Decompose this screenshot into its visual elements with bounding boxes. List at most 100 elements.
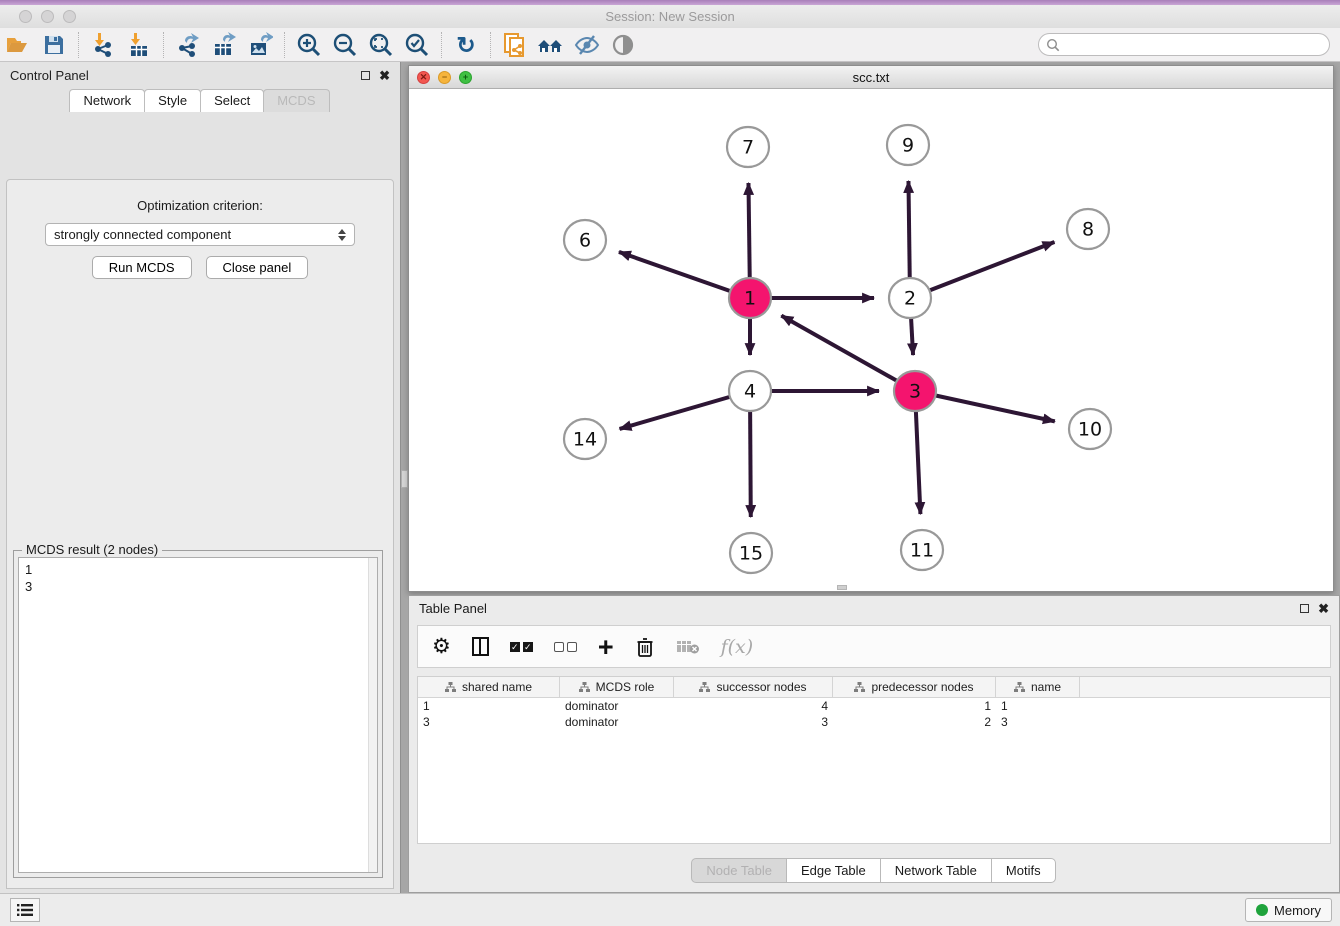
float-table-panel-icon[interactable] xyxy=(1300,604,1309,613)
unchecked-box-icon xyxy=(554,642,564,652)
zoom-fit-button[interactable] xyxy=(366,31,396,59)
search-input[interactable] xyxy=(1060,36,1329,54)
column-header-name[interactable]: name xyxy=(996,677,1080,697)
edge-2-8[interactable] xyxy=(910,242,1054,298)
open-folder-icon xyxy=(5,32,31,58)
toolbar-separator xyxy=(441,32,442,58)
close-panel-button[interactable]: Close panel xyxy=(206,256,309,279)
table-cell[interactable]: 3 xyxy=(418,714,560,730)
node-label-4: 4 xyxy=(744,381,756,403)
network-view-window[interactable]: ✕ − + scc.txt 1234678910111415 xyxy=(408,65,1334,592)
column-header-successor-nodes[interactable]: successor nodes xyxy=(674,677,833,697)
table-cell[interactable]: 1 xyxy=(418,698,560,714)
export-network-button[interactable] xyxy=(173,31,203,59)
column-header-MCDS-role[interactable]: MCDS role xyxy=(560,677,674,697)
tab-mcds[interactable]: MCDS xyxy=(263,89,329,112)
splitter-handle[interactable] xyxy=(401,470,408,488)
float-panel-icon[interactable] xyxy=(361,71,370,80)
refresh-icon: ↻ xyxy=(456,35,475,55)
tab-network-table[interactable]: Network Table xyxy=(880,858,992,883)
gear-icon: ⚙ xyxy=(432,636,451,658)
tab-edge-table[interactable]: Edge Table xyxy=(786,858,881,883)
import-table-button[interactable] xyxy=(124,31,154,59)
column-header-shared-name[interactable]: shared name xyxy=(418,677,560,697)
select-all-columns-button[interactable]: ✓ ✓ xyxy=(510,634,533,660)
open-session-button[interactable] xyxy=(3,31,33,59)
tab-motifs[interactable]: Motifs xyxy=(991,858,1056,883)
first-neighbors-button[interactable] xyxy=(536,31,566,59)
tab-style[interactable]: Style xyxy=(144,89,201,112)
split-columns-button[interactable] xyxy=(472,634,489,660)
zoom-out-button[interactable] xyxy=(330,31,360,59)
tab-network[interactable]: Network xyxy=(69,89,145,112)
duplicate-network-button[interactable] xyxy=(500,31,530,59)
column-header-predecessor-nodes[interactable]: predecessor nodes xyxy=(833,677,996,697)
control-panel-tabs: NetworkStyleSelectMCDS xyxy=(0,89,400,112)
export-table-button[interactable] xyxy=(209,31,239,59)
delete-column-button[interactable] xyxy=(635,634,655,660)
network-canvas[interactable]: 1234678910111415 xyxy=(409,89,1333,591)
show-all-button[interactable] xyxy=(608,31,638,59)
refresh-button[interactable]: ↻ xyxy=(451,31,481,59)
table-cell[interactable]: dominator xyxy=(560,714,674,730)
network-window-titlebar[interactable]: ✕ − + scc.txt xyxy=(409,66,1333,89)
tab-select[interactable]: Select xyxy=(200,89,264,112)
duplicate-network-icon xyxy=(502,32,528,58)
search-box[interactable] xyxy=(1038,33,1330,56)
memory-label: Memory xyxy=(1274,903,1321,918)
import-table-icon xyxy=(126,32,152,58)
node-label-2: 2 xyxy=(904,288,916,310)
table-cell[interactable]: 3 xyxy=(996,714,1080,730)
column-type-icon xyxy=(854,682,865,693)
mcds-pane: Optimization criterion: strongly connect… xyxy=(6,179,394,889)
node-label-9: 9 xyxy=(902,135,914,157)
deselect-all-columns-button[interactable] xyxy=(554,634,577,660)
table-cell[interactable]: dominator xyxy=(560,698,674,714)
criterion-select[interactable]: strongly connected component xyxy=(45,223,355,246)
table-body: 1dominator4113dominator323 xyxy=(418,698,1330,730)
table-cell[interactable]: 4 xyxy=(674,698,833,714)
network-view-title: scc.txt xyxy=(409,70,1333,85)
mcds-result-text[interactable]: 1 3 xyxy=(18,557,378,873)
titlebar[interactable]: Session: New Session xyxy=(0,5,1340,28)
column-type-icon xyxy=(579,682,590,693)
table-cell[interactable]: 1 xyxy=(833,698,996,714)
result-scrollbar[interactable] xyxy=(368,558,377,872)
close-panel-icon[interactable]: ✖ xyxy=(379,70,390,81)
import-network-button[interactable] xyxy=(88,31,118,59)
node-label-11: 11 xyxy=(910,540,934,562)
close-table-panel-icon[interactable]: ✖ xyxy=(1318,603,1329,614)
table-header-row: shared nameMCDS rolesuccessor nodesprede… xyxy=(418,677,1330,698)
table-cell[interactable]: 1 xyxy=(996,698,1080,714)
houses-icon xyxy=(537,32,565,58)
table-cell[interactable]: 3 xyxy=(674,714,833,730)
table-settings-button[interactable]: ⚙ xyxy=(432,634,451,660)
run-mcds-button[interactable]: Run MCDS xyxy=(92,256,192,279)
canvas-scrollbar-thumb[interactable] xyxy=(837,585,847,590)
zoom-selected-button[interactable] xyxy=(402,31,432,59)
workspace: Control Panel ✖ NetworkStyleSelectMCDS O… xyxy=(0,62,1340,893)
column-type-icon xyxy=(445,682,456,693)
save-session-button[interactable] xyxy=(39,31,69,59)
toolbar-separator xyxy=(284,32,285,58)
table-row[interactable]: 1dominator411 xyxy=(418,698,1330,714)
function-builder-button[interactable]: f(x) xyxy=(721,634,754,660)
add-column-button[interactable]: + xyxy=(598,634,614,660)
memory-button[interactable]: Memory xyxy=(1245,898,1332,922)
node-label-3: 3 xyxy=(909,381,921,403)
task-history-button[interactable] xyxy=(10,898,40,922)
zoom-in-button[interactable] xyxy=(294,31,324,59)
table-cell[interactable]: 2 xyxy=(833,714,996,730)
network-graph[interactable]: 1234678910111415 xyxy=(409,89,1333,591)
import-network-icon xyxy=(90,32,116,58)
hide-selected-button[interactable] xyxy=(572,31,602,59)
tab-node-table[interactable]: Node Table xyxy=(691,858,787,883)
delete-table-button[interactable] xyxy=(676,634,700,660)
zoom-selected-icon xyxy=(404,32,430,58)
export-image-button[interactable] xyxy=(245,31,275,59)
edge-3-1[interactable] xyxy=(781,316,915,391)
table-row[interactable]: 3dominator323 xyxy=(418,714,1330,730)
checked-box-icon: ✓ xyxy=(510,642,520,652)
delete-table-icon xyxy=(676,639,700,655)
list-icon xyxy=(17,903,33,917)
